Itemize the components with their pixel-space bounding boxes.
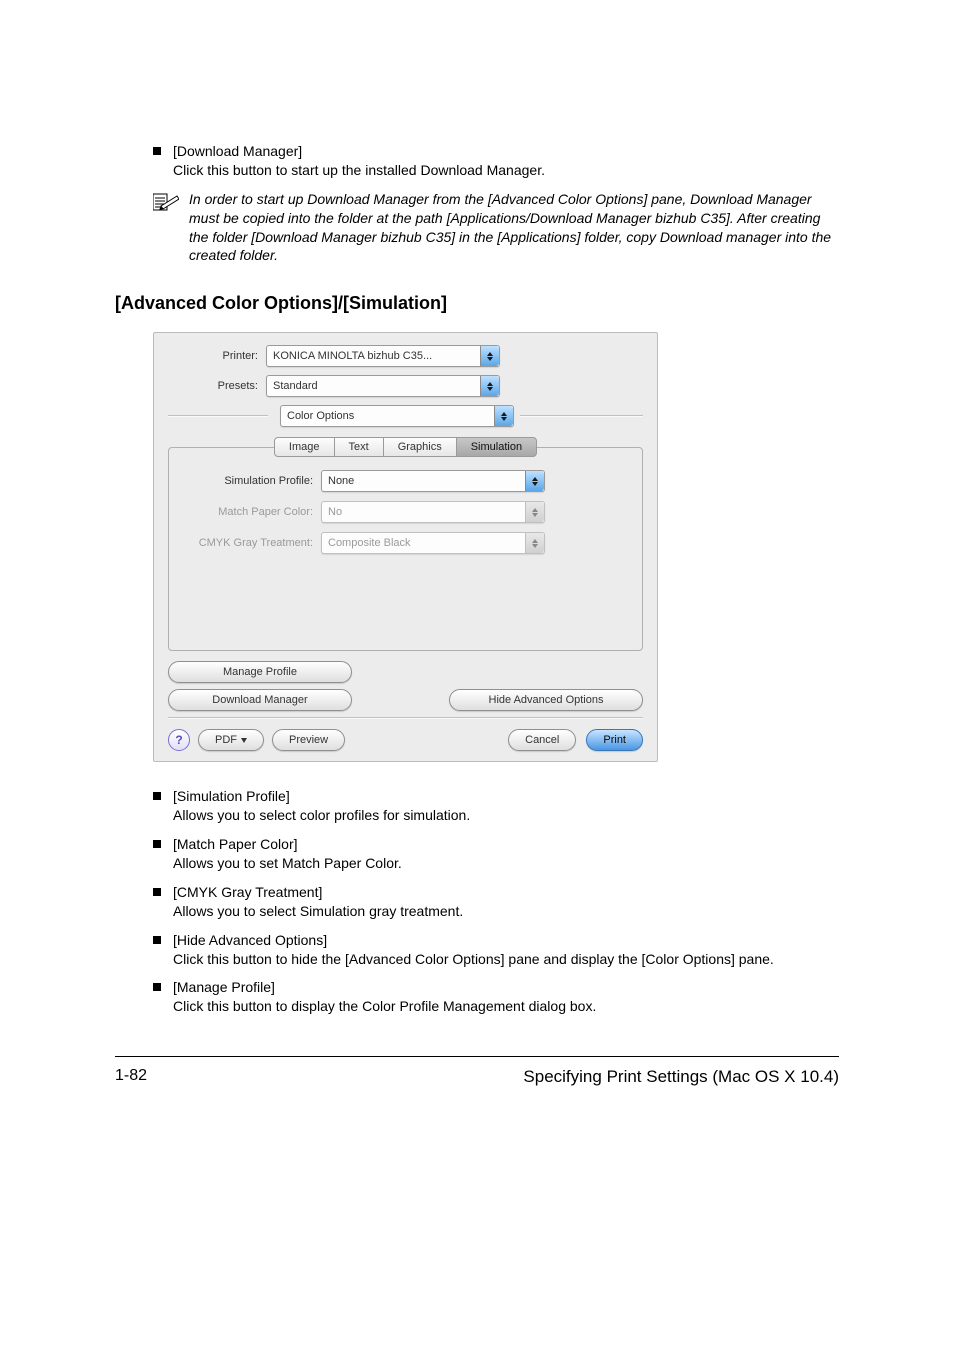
simulation-profile-select[interactable]: None: [321, 470, 545, 492]
item-text: Allows you to select color profiles for …: [173, 806, 470, 825]
presets-value: Standard: [273, 380, 318, 392]
page-number: 1-82: [115, 1067, 147, 1087]
item-text: Click this button to hide the [Advanced …: [173, 950, 774, 969]
tab-graphics[interactable]: Graphics: [383, 437, 457, 457]
help-button[interactable]: ?: [168, 729, 190, 751]
note-text: In order to start up Download Manager fr…: [189, 190, 839, 266]
item-title: [Simulation Profile]: [173, 787, 470, 806]
pane-value: Color Options: [287, 410, 354, 422]
chevron-down-icon: [241, 738, 247, 743]
match-paper-label: Match Paper Color:: [183, 506, 313, 518]
pane-select[interactable]: Color Options: [280, 405, 514, 427]
tab-simulation[interactable]: Simulation: [456, 437, 537, 457]
bullet-icon: [153, 983, 161, 991]
item-text: Click this button to start up the instal…: [173, 161, 545, 180]
item-title: [Match Paper Color]: [173, 835, 402, 854]
chevron-updown-icon: [525, 533, 544, 553]
item-text: Allows you to set Match Paper Color.: [173, 854, 402, 873]
bullet-icon: [153, 147, 161, 155]
chevron-updown-icon: [525, 471, 544, 491]
bullet-icon: [153, 888, 161, 896]
item-title: [Hide Advanced Options]: [173, 931, 774, 950]
item-text: Allows you to select Simulation gray tre…: [173, 902, 463, 921]
item-title: [Manage Profile]: [173, 978, 596, 997]
list-item: [Match Paper Color] Allows you to set Ma…: [153, 835, 839, 873]
printer-label: Printer:: [168, 350, 258, 362]
list-item: [Manage Profile] Click this button to di…: [153, 978, 839, 1016]
print-dialog: Printer: KONICA MINOLTA bizhub C35... Pr…: [153, 332, 658, 762]
print-button[interactable]: Print: [586, 729, 643, 751]
item-title: [CMYK Gray Treatment]: [173, 883, 463, 902]
chevron-updown-icon: [525, 502, 544, 522]
chevron-updown-icon: [480, 346, 499, 366]
tab-pane-simulation: Simulation Profile: None Match Paper Col…: [168, 447, 643, 651]
simulation-profile-label: Simulation Profile:: [183, 475, 313, 487]
printer-select[interactable]: KONICA MINOLTA bizhub C35...: [266, 345, 500, 367]
preview-button[interactable]: Preview: [272, 729, 345, 751]
manage-profile-button[interactable]: Manage Profile: [168, 661, 352, 683]
hide-advanced-options-button[interactable]: Hide Advanced Options: [449, 689, 643, 711]
bullet-icon: [153, 792, 161, 800]
cmyk-gray-label: CMYK Gray Treatment:: [183, 537, 313, 549]
simulation-profile-value: None: [328, 475, 354, 487]
cancel-button[interactable]: Cancel: [508, 729, 576, 751]
note-icon: [153, 192, 179, 266]
download-manager-button[interactable]: Download Manager: [168, 689, 352, 711]
cmyk-gray-select: Composite Black: [321, 532, 545, 554]
chevron-updown-icon: [480, 376, 499, 396]
tab-image[interactable]: Image: [274, 437, 335, 457]
note-row: In order to start up Download Manager fr…: [153, 190, 839, 266]
list-item: [Download Manager] Click this button to …: [153, 142, 839, 180]
match-paper-value: No: [328, 506, 342, 518]
item-text: Click this button to display the Color P…: [173, 997, 596, 1016]
pdf-label: PDF: [215, 734, 237, 746]
tab-text[interactable]: Text: [334, 437, 384, 457]
bullet-icon: [153, 840, 161, 848]
list-item: [Hide Advanced Options] Click this butto…: [153, 931, 839, 969]
list-item: [CMYK Gray Treatment] Allows you to sele…: [153, 883, 839, 921]
list-item: [Simulation Profile] Allows you to selec…: [153, 787, 839, 825]
section-heading: [Advanced Color Options]/[Simulation]: [115, 293, 839, 314]
presets-label: Presets:: [168, 380, 258, 392]
footer-title: Specifying Print Settings (Mac OS X 10.4…: [523, 1067, 839, 1087]
match-paper-select: No: [321, 501, 545, 523]
chevron-updown-icon: [494, 406, 513, 426]
item-title: [Download Manager]: [173, 142, 545, 161]
cmyk-gray-value: Composite Black: [328, 537, 411, 549]
printer-value: KONICA MINOLTA bizhub C35...: [273, 350, 432, 362]
pdf-menu-button[interactable]: PDF: [198, 729, 264, 751]
bullet-icon: [153, 936, 161, 944]
page-footer: 1-82 Specifying Print Settings (Mac OS X…: [115, 1056, 839, 1087]
presets-select[interactable]: Standard: [266, 375, 500, 397]
